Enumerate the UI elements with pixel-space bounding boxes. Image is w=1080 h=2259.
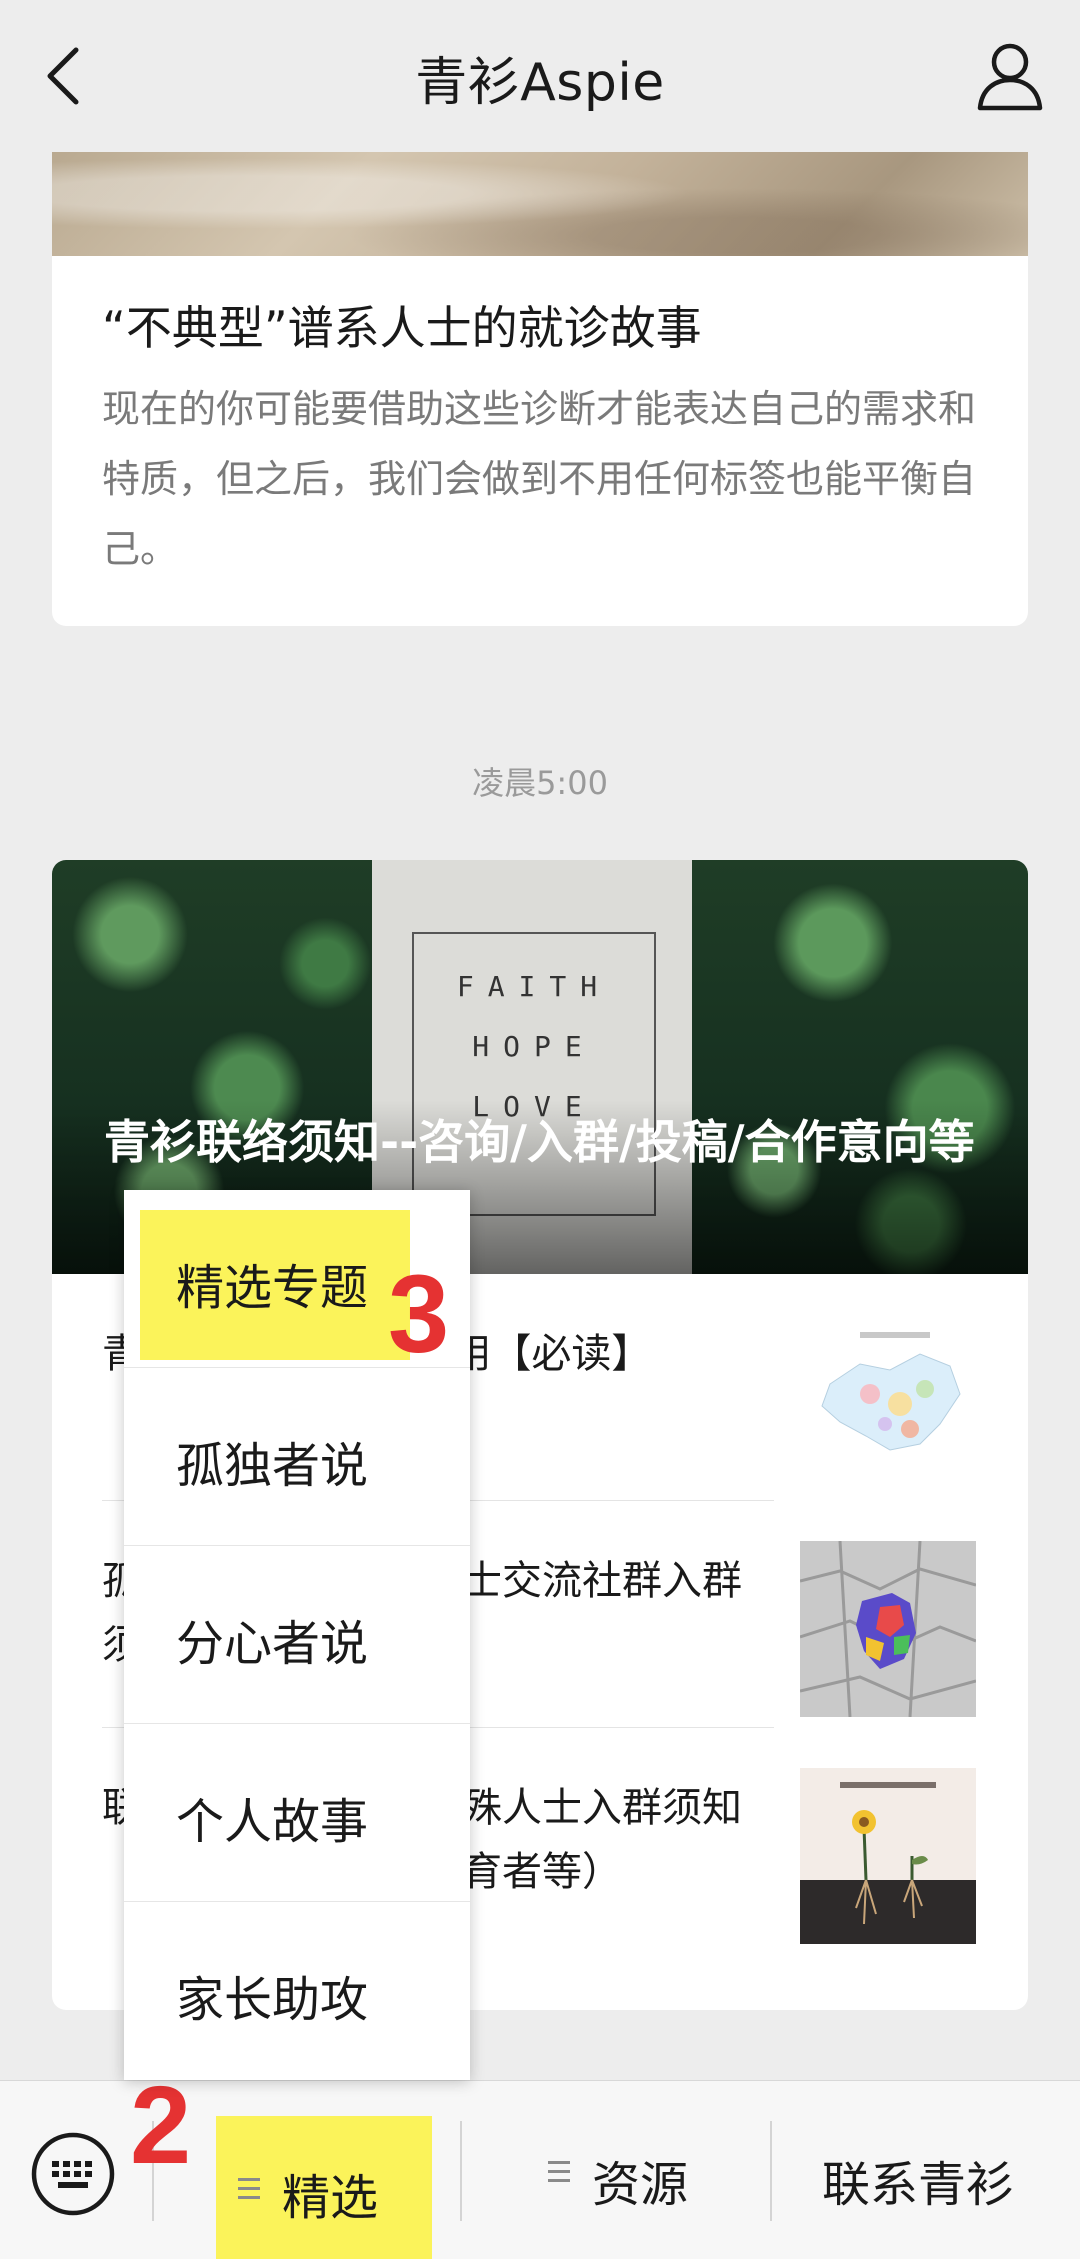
article-title: “不典型”谱系人士的就诊故事: [102, 301, 702, 355]
article-cover-image: [52, 152, 1028, 256]
menu-item-personal-stories[interactable]: 个人故事: [124, 1724, 470, 1902]
tab-separator: [770, 2121, 772, 2221]
china-map-thumbnail: [800, 1314, 976, 1490]
menu-item-distracted-voices[interactable]: 分心者说: [124, 1546, 470, 1724]
hamburger-menu-icon: [238, 2178, 260, 2199]
keyboard-icon: [31, 2132, 115, 2216]
sign-word-faith: FAITH: [456, 970, 612, 1003]
tab-contact[interactable]: 联系青衫: [800, 2111, 1060, 2229]
bottom-menu-bar: 2 精选 资源 联系青衫: [0, 2071, 1080, 2259]
tab-resources[interactable]: 资源: [540, 2111, 740, 2229]
annotation-step-3: 3: [388, 1253, 450, 1376]
tab-featured-label: 精选: [282, 2170, 379, 2226]
hamburger-menu-icon: [548, 2161, 570, 2182]
puzzle-pieces-thumbnail: [800, 1541, 976, 1717]
profile-button[interactable]: [970, 36, 1050, 116]
article-summary: 现在的你可能要借助这些诊断才能表达自己的需求和特质，但之后，我们会做到不用任何标…: [102, 387, 977, 571]
keyboard-toggle-button[interactable]: [30, 2131, 116, 2217]
tab-resources-label: 资源: [592, 2157, 689, 2213]
menu-item-parent-support[interactable]: 家长助攻: [124, 1902, 470, 2080]
tab-featured[interactable]: 精选: [216, 2116, 432, 2259]
article-card[interactable]: “不典型”谱系人士的就诊故事 现在的你可能要借助这些诊断才能表达自己的需求和特质…: [52, 152, 1028, 626]
tab-contact-label: 联系青衫: [822, 2157, 1015, 2213]
person-icon: [977, 43, 1043, 111]
tab-separator: [460, 2121, 462, 2221]
message-timestamp: 凌晨5:00: [472, 764, 608, 802]
page-title: 青衫Aspie: [415, 53, 665, 113]
menu-item-lonely-voices[interactable]: 孤独者说: [124, 1368, 470, 1546]
sign-word-hope: HOPE: [472, 1030, 596, 1063]
hero-article-title: 青衫联络须知--咨询/入群/投稿/合作意向等: [104, 1115, 975, 1169]
top-navigation-bar: 青衫Aspie: [0, 0, 1080, 152]
flowers-drawing-thumbnail: [800, 1768, 976, 1944]
annotation-step-2: 2: [130, 2064, 192, 2187]
